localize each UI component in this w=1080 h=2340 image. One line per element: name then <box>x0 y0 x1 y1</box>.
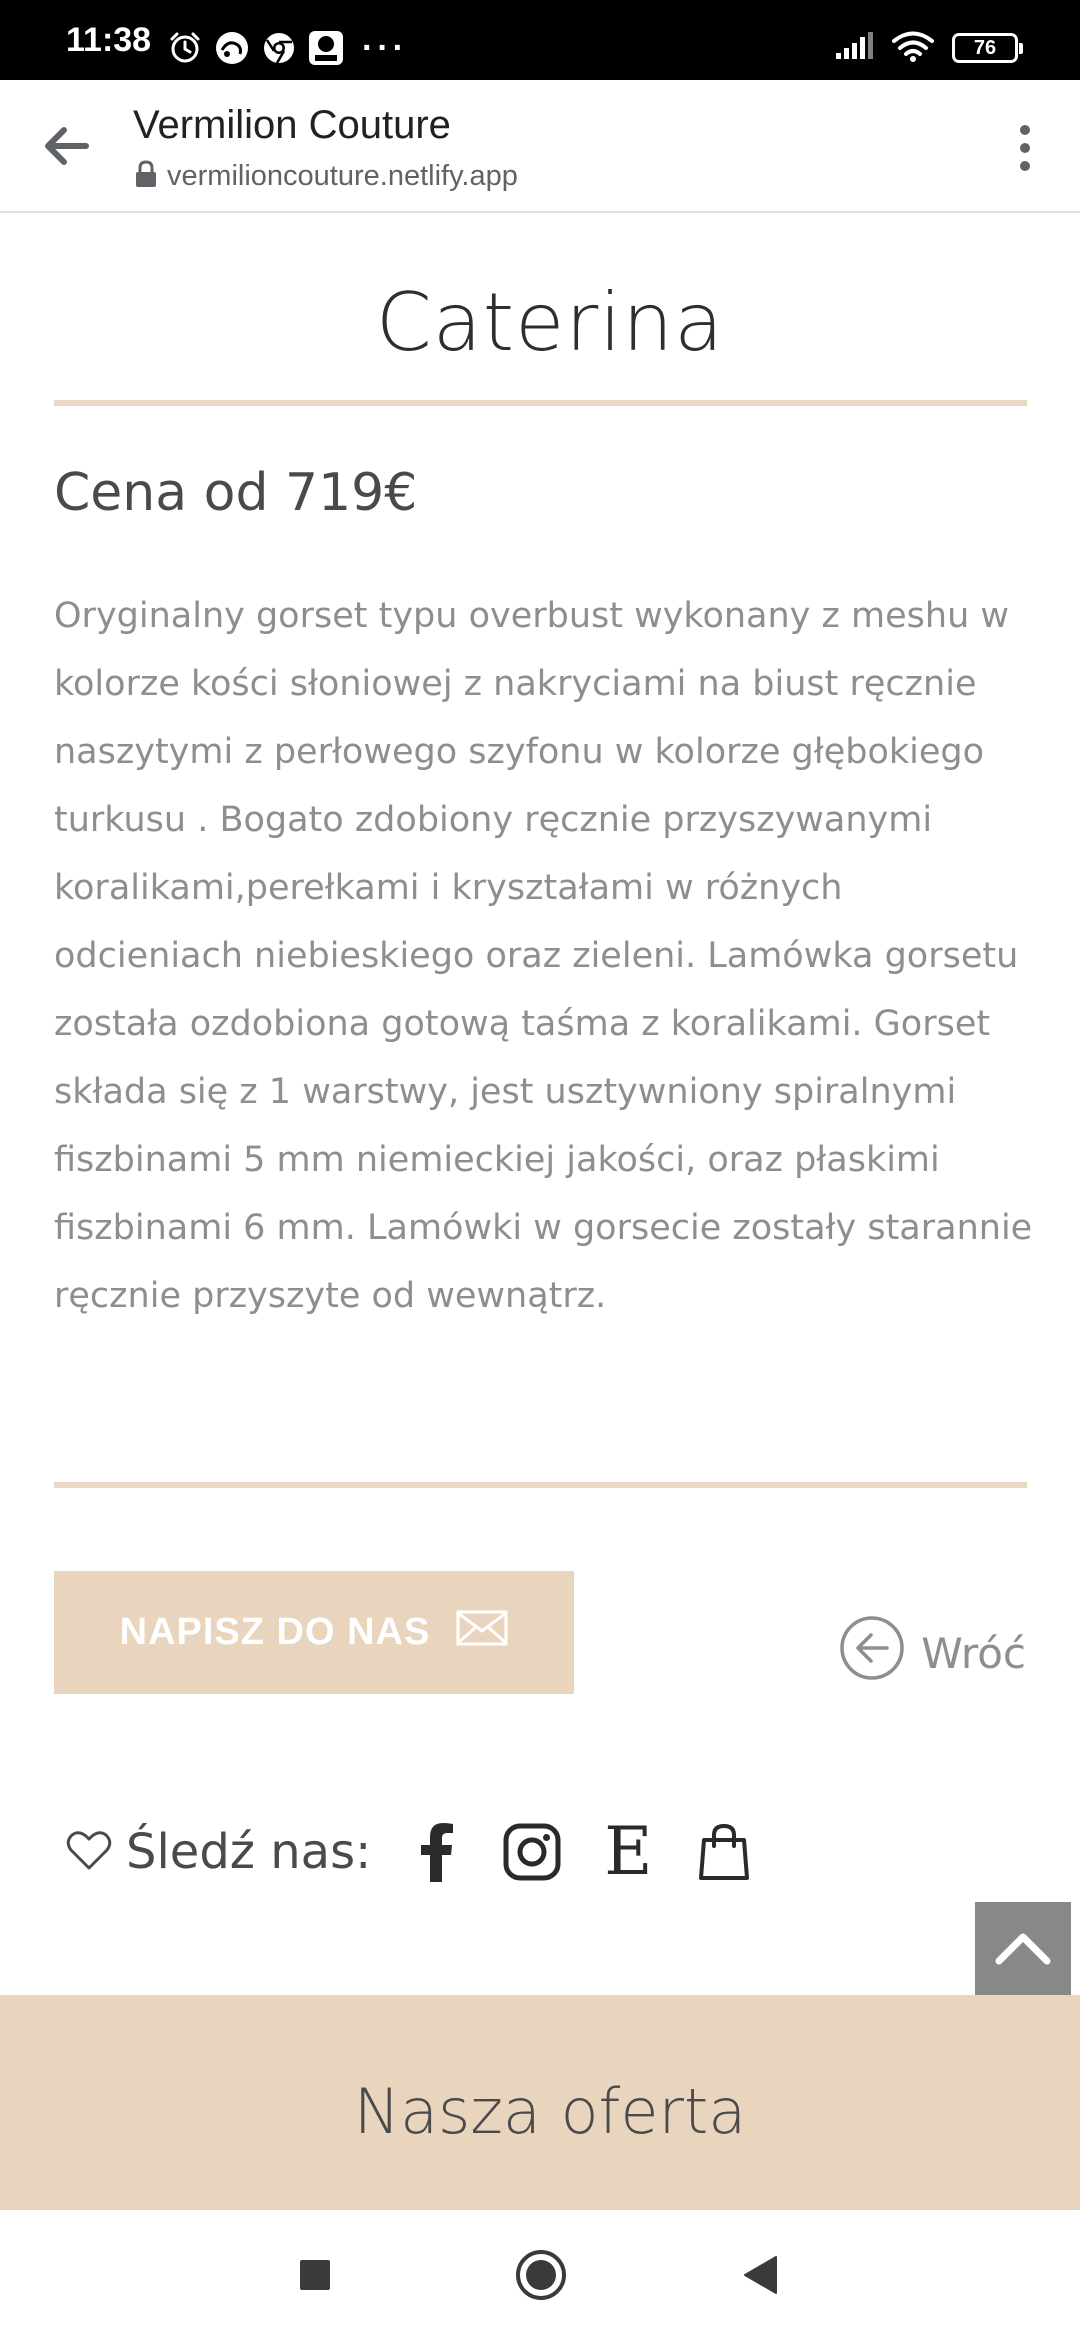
site-url: vermilioncouture.netlify.app <box>167 160 518 192</box>
back-arrow-icon[interactable] <box>40 120 92 172</box>
status-notification-icons: ··· <box>168 28 408 68</box>
instagram-icon[interactable] <box>497 1817 567 1887</box>
alarm-icon <box>168 31 202 65</box>
chevron-up-icon <box>995 1931 1051 1969</box>
shopping-bag-icon[interactable] <box>689 1817 759 1887</box>
divider-bottom <box>54 1482 1027 1488</box>
facebook-icon[interactable] <box>401 1817 471 1887</box>
browser-header: Vermilion Couture vermilioncouture.netli… <box>0 80 1080 213</box>
back-link-label: Wróć <box>921 1628 1026 1678</box>
heart-icon <box>66 1829 112 1875</box>
lock-icon <box>135 160 157 192</box>
follow-label: Śledź nas: <box>126 1824 372 1880</box>
product-description: Oryginalny gorset typu overbust wykonany… <box>54 596 1033 1316</box>
wifi-icon <box>892 30 934 66</box>
home-icon[interactable] <box>506 2210 576 2340</box>
status-more-indicator: ··· <box>362 29 408 67</box>
battery-icon: 76 <box>952 33 1023 63</box>
chrome-icon <box>262 31 296 65</box>
etsy-letter: E <box>604 1813 653 1890</box>
offer-section: Nasza oferta <box>0 1995 1080 2210</box>
site-url-row: vermilioncouture.netlify.app <box>135 158 518 194</box>
contact-button-label: NAPISZ DO NAS <box>119 1611 431 1653</box>
back-icon[interactable] <box>725 2210 795 2340</box>
status-system-icons: 76 <box>834 28 1023 68</box>
recents-icon[interactable] <box>280 2210 350 2340</box>
etsy-icon[interactable]: E <box>593 1817 663 1887</box>
lidl-plus-icon <box>308 30 344 66</box>
scroll-to-top-button[interactable] <box>975 1902 1071 1998</box>
status-time: 11:38 <box>66 21 152 59</box>
system-nav-bar <box>0 2210 1080 2340</box>
status-bar: 11:38 ··· 76 <box>0 0 1080 80</box>
contact-button[interactable]: NAPISZ DO NAS <box>54 1571 574 1694</box>
offer-title: Nasza oferta <box>353 2075 747 2148</box>
back-link[interactable]: Wróć <box>839 1616 1026 1686</box>
signal-icon <box>834 31 874 65</box>
envelope-icon <box>456 1610 508 1656</box>
site-title: Vermilion Couture <box>133 103 451 147</box>
divider-top <box>54 400 1027 406</box>
more-vert-icon[interactable] <box>1010 120 1040 176</box>
notification-app-icon <box>214 30 250 66</box>
circle-arrow-left-icon <box>839 1615 905 1691</box>
product-title: Caterina <box>375 276 725 369</box>
social-row: Śledź nas: E <box>66 1812 785 1892</box>
product-price: Cena od 719€ <box>54 463 418 523</box>
